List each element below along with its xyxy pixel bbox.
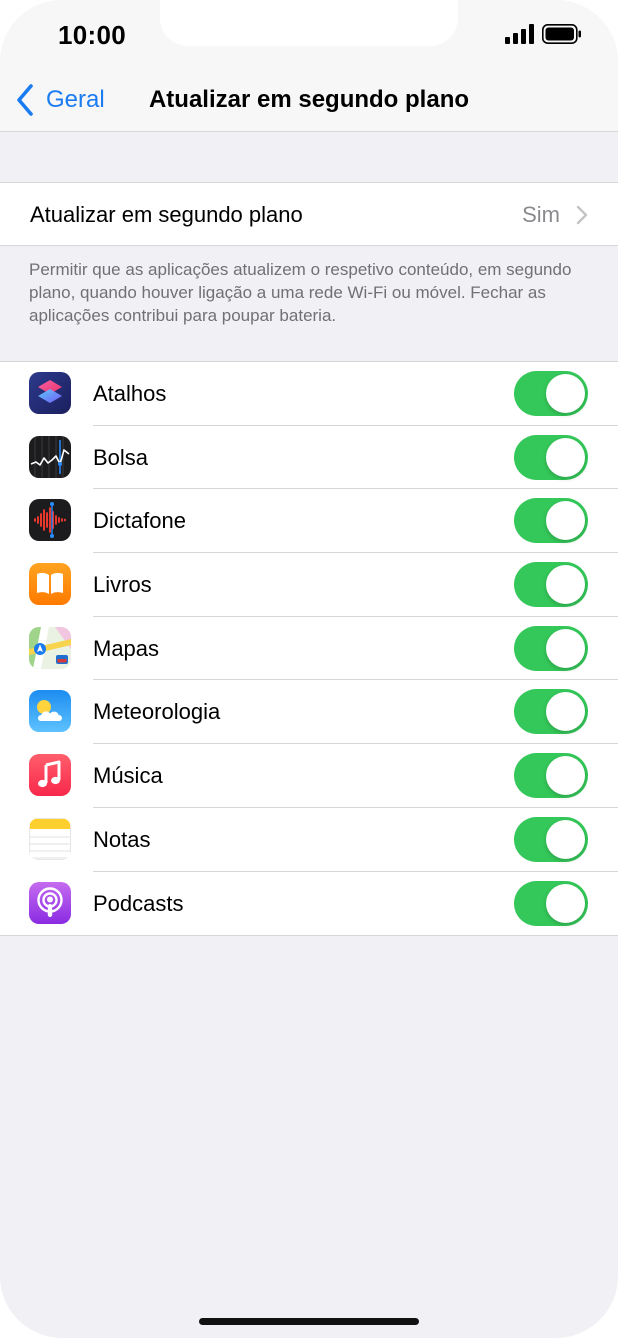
weather-icon [29,690,71,733]
app-name: Música [93,763,163,789]
toggle-knob [546,756,585,796]
toggle-livros[interactable] [514,562,588,608]
battery-icon [542,24,581,44]
maps-icon [29,626,71,669]
list-item: Podcasts [0,872,618,936]
app-name: Atalhos [93,381,167,406]
app-name: Bolsa [93,444,149,470]
toggle-knob [546,692,585,732]
top-bar: 10:00 Geral Atualizar em segundo plano [0,0,618,132]
setting-label: Atualizar em segundo plano [30,202,303,227]
list-item: Notas [0,808,618,872]
notch [160,0,458,46]
toggle-podcasts[interactable] [514,880,588,926]
list-item: Dictafone [0,489,618,554]
page-title: Atualizar em segundo plano [148,86,470,113]
voice-memos-icon [29,499,71,542]
toggle-knob [546,565,585,605]
toggle-knob [546,501,585,541]
toggle-mapas[interactable] [514,625,588,671]
cellular-signal-icon [505,24,534,44]
list-item: Atalhos [0,362,618,426]
app-name: Mapas [93,635,160,661]
app-name: Notas [93,826,151,852]
chevron-right-icon [576,205,588,225]
shortcuts-icon [29,372,71,414]
toggle-notas[interactable] [514,816,588,862]
app-name: Livros [93,572,152,598]
toggle-knob [546,819,585,859]
home-indicator[interactable] [199,1318,419,1325]
background-refresh-setting[interactable]: Atualizar em segundo plano Sim [0,182,618,246]
list-item: Bolsa [0,426,618,490]
app-name: Podcasts [93,890,184,916]
toggle-knob [546,374,585,413]
list-item: Mapas [0,617,618,681]
toggle-atalhos[interactable] [514,371,588,416]
toggle-meteorologia[interactable] [514,689,588,735]
toggle-knob [546,437,585,477]
books-icon [29,563,71,606]
toggle-bolsa[interactable] [514,434,588,480]
music-icon [29,754,71,797]
list-item: Meteorologia [0,680,618,745]
list-item: Livros [0,553,618,617]
app-list: Atalhos Bolsa Dictafone Livros Mapas Met… [0,361,618,937]
notes-icon [29,817,71,860]
toggle-knob [546,628,585,668]
toggle-musica[interactable] [514,753,588,799]
status-time: 10:00 [58,20,126,50]
list-item: Música [0,744,618,808]
app-name: Dictafone [93,508,186,534]
setting-value: Sim [522,202,560,227]
podcasts-icon [29,881,71,924]
setting-description: Permitir que as aplicações atualizem o r… [29,260,572,325]
toggle-knob [546,883,585,923]
toggle-dictafone[interactable] [514,498,588,544]
stocks-icon [29,435,71,478]
app-name: Meteorologia [93,699,221,725]
phone-screen: 10:00 Geral Atualizar em segundo plano A… [0,0,618,1338]
